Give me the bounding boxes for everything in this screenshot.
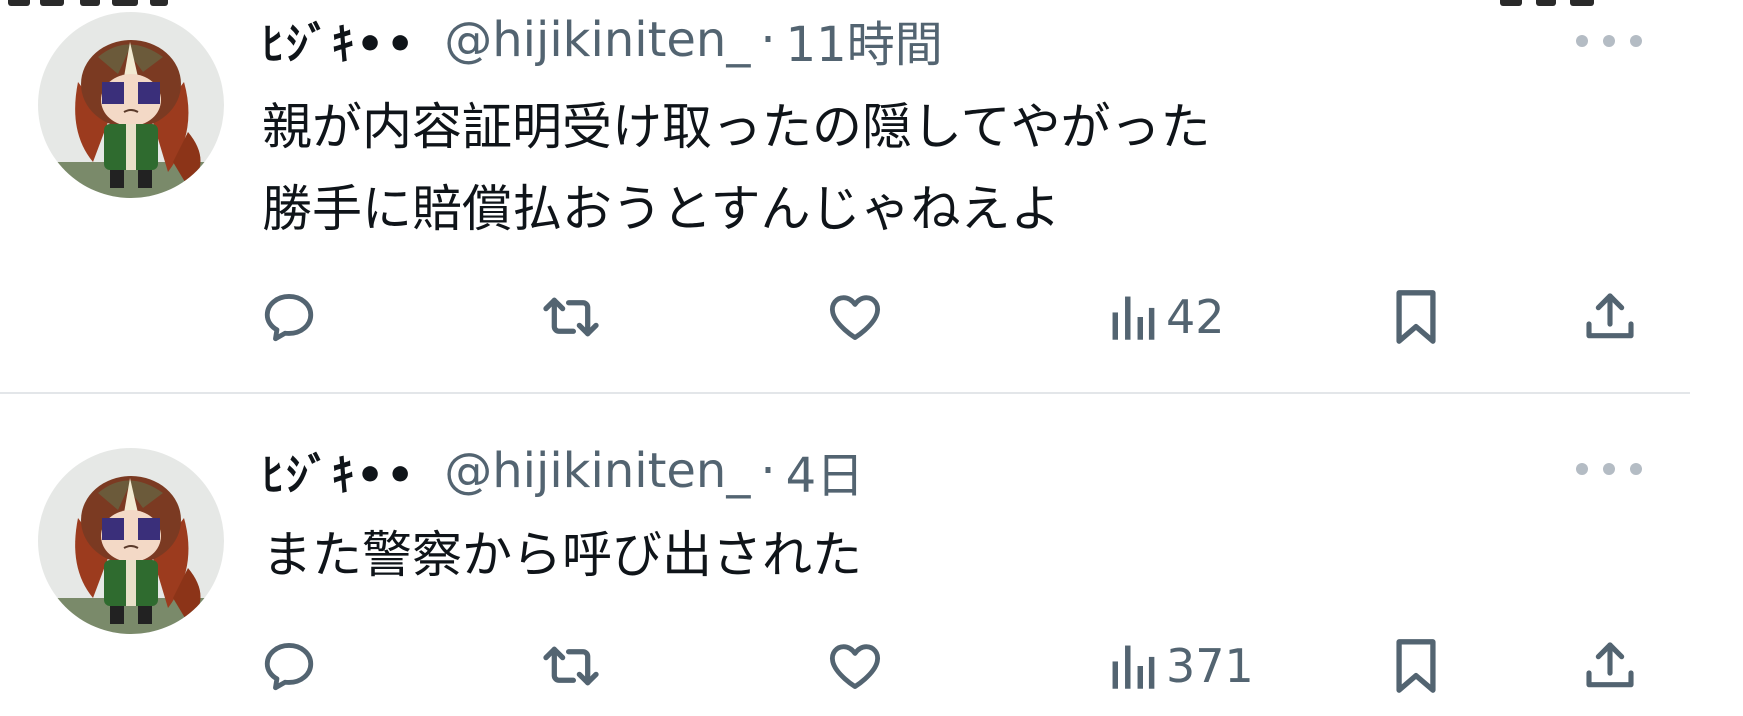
tweet-text: 親が内容証明受け取ったの隠してやがった 勝手に賠償払おうとすんじゃねえよ [262,86,1211,250]
retweet-button[interactable] [540,285,602,349]
tweet-header: ﾋｼﾞｷ•• @hijikiniten_ · 11時間 [262,7,943,73]
reply-icon [260,637,318,695]
more-options-button[interactable] [1576,459,1642,479]
user-handle[interactable]: @hijikiniten_ [444,443,750,499]
display-name[interactable]: ﾋｼﾞｷ•• [262,8,416,72]
views-count: 42 [1166,290,1225,344]
reply-button[interactable] [260,634,318,698]
separator: · [760,12,776,68]
avatar[interactable] [38,12,224,198]
views-icon [1110,292,1156,342]
avatar[interactable] [38,448,224,634]
heart-icon [826,288,884,346]
tweet-header: ﾋｼﾞｷ•• @hijikiniten_ · 4日 [262,438,864,504]
tweet-text-line: また警察から呼び出された [262,526,862,584]
timestamp[interactable]: 11時間 [786,5,943,75]
share-button[interactable] [1582,634,1638,698]
reply-button[interactable] [260,285,318,349]
timestamp[interactable]: 4日 [786,436,865,506]
bookmark-icon [1390,637,1442,695]
views-count: 371 [1166,639,1254,693]
like-button[interactable] [826,634,884,698]
share-button[interactable] [1582,285,1638,349]
tweet-text-line: 親が内容証明受け取ったの隠してやがった [262,98,1211,156]
retweet-button[interactable] [540,634,602,698]
retweet-icon [540,288,602,346]
tweet-text: また警察から呼び出された [262,514,862,596]
display-name[interactable]: ﾋｼﾞｷ•• [262,439,416,503]
views-button[interactable]: 42 [1110,285,1225,349]
bookmark-icon [1390,288,1442,346]
share-icon [1582,637,1638,695]
bookmark-button[interactable] [1390,634,1442,698]
bookmark-button[interactable] [1390,285,1442,349]
retweet-icon [540,637,602,695]
share-icon [1582,288,1638,346]
more-options-button[interactable] [1576,31,1642,51]
heart-icon [826,637,884,695]
reply-icon [260,288,318,346]
tweet[interactable]: ﾋｼﾞｷ•• @hijikiniten_ · 4日 また警察から呼び出された 3… [0,394,1743,716]
tweet[interactable]: ﾋｼﾞｷ•• @hijikiniten_ · 11時間 親が内容証明受け取ったの… [0,0,1743,392]
like-button[interactable] [826,285,884,349]
views-button[interactable]: 371 [1110,634,1254,698]
tweet-text-line: 勝手に賠償払おうとすんじゃねえよ [262,180,1061,238]
views-icon [1110,641,1156,691]
user-handle[interactable]: @hijikiniten_ [444,12,750,68]
separator: · [760,443,776,499]
